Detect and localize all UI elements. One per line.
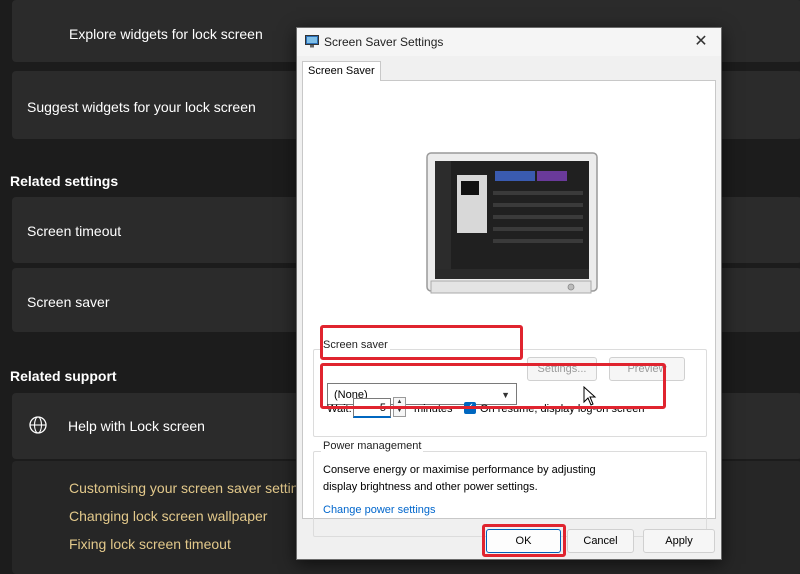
related-support-heading: Related support <box>10 368 117 384</box>
dialog-title: Screen Saver Settings <box>324 35 444 49</box>
highlight-ok-button <box>482 524 566 557</box>
power-description-line2: display brightness and other power setti… <box>323 481 538 493</box>
screen-saver-tab-panel: Screen saver (None) ▼ Settings... Previe… <box>302 80 716 537</box>
support-link-timeout[interactable]: Fixing lock screen timeout <box>69 536 231 552</box>
highlight-screen-saver-dropdown <box>320 325 523 360</box>
globe-icon <box>29 416 47 434</box>
dialog-titlebar[interactable]: Screen Saver Settings ✕ <box>297 28 721 56</box>
screen-timeout-label: Screen timeout <box>27 223 122 239</box>
cancel-button[interactable]: Cancel <box>567 529 634 553</box>
power-description-line1: Conserve energy or maximise performance … <box>323 464 596 476</box>
support-link-screensaver[interactable]: Customising your screen saver setting <box>69 480 306 496</box>
related-settings-heading: Related settings <box>10 173 119 189</box>
screen-saver-dialog: Screen Saver Settings ✕ Screen Saver Scr… <box>296 27 722 560</box>
suggest-widgets-label: Suggest widgets for your lock screen <box>27 99 256 115</box>
apply-button[interactable]: Apply <box>643 529 715 553</box>
tab-screen-saver[interactable]: Screen Saver <box>302 61 381 81</box>
power-group-label: Power management <box>321 440 424 452</box>
monitor-app-icon <box>305 35 319 48</box>
close-button[interactable]: ✕ <box>681 28 721 56</box>
change-power-settings-link[interactable]: Change power settings <box>323 504 436 516</box>
highlight-wait-row <box>320 363 666 409</box>
monitor-preview <box>426 152 598 294</box>
help-lock-screen-label: Help with Lock screen <box>68 418 205 434</box>
close-icon: ✕ <box>694 33 708 50</box>
support-link-wallpaper[interactable]: Changing lock screen wallpaper <box>69 508 267 524</box>
mouse-pointer-icon <box>583 386 597 406</box>
screen-saver-label: Screen saver <box>27 294 110 310</box>
explore-widgets-label: Explore widgets for lock screen <box>69 26 263 42</box>
